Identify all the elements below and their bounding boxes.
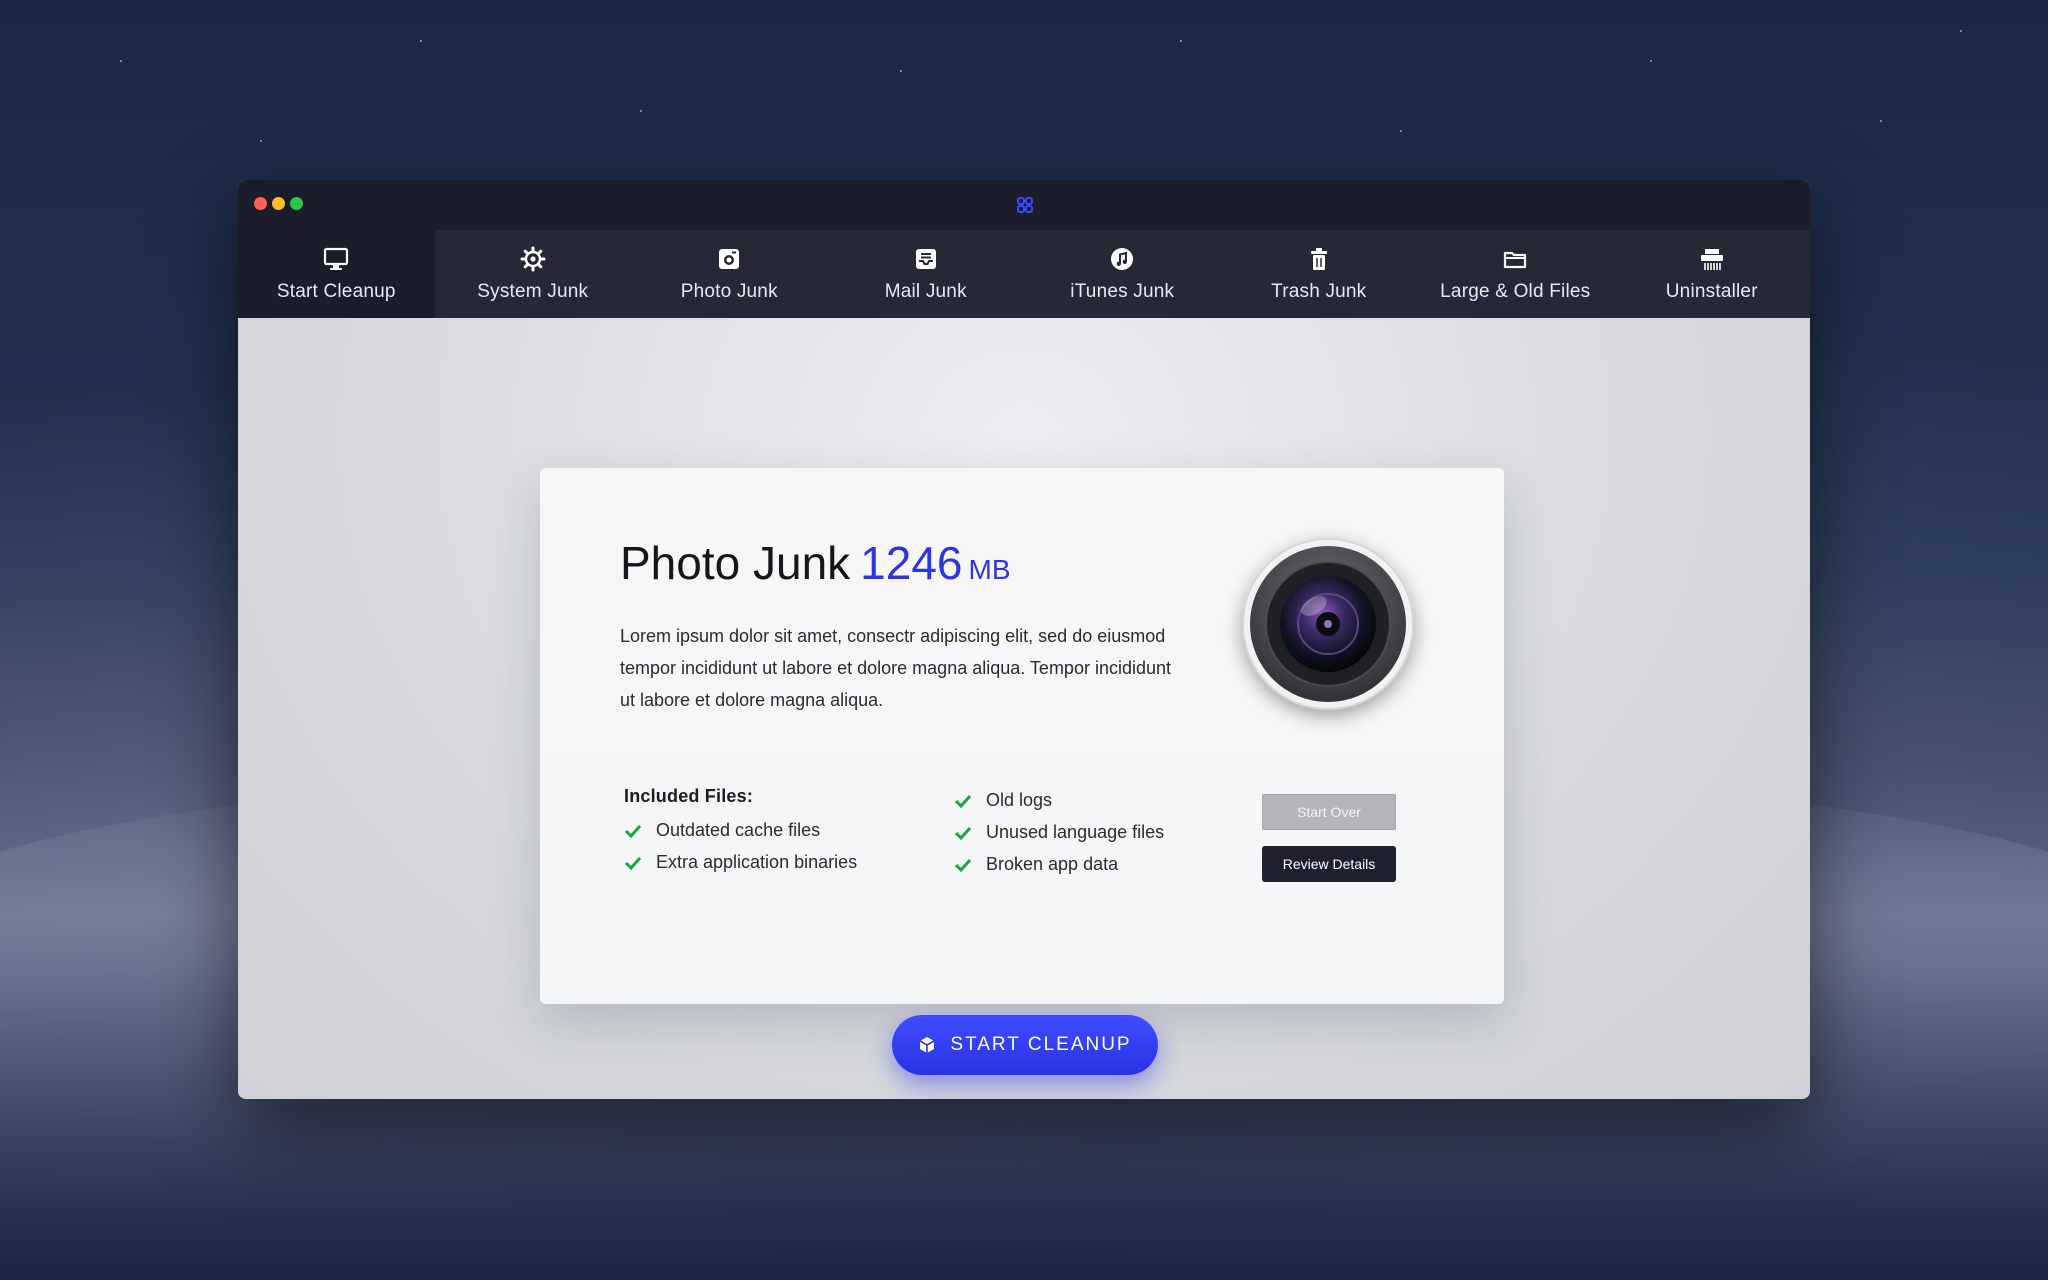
- included-file-label: Extra application binaries: [656, 852, 858, 872]
- nav-item-system-junk[interactable]: System Junk: [435, 230, 632, 318]
- start-over-button[interactable]: Start Over: [1262, 794, 1396, 830]
- nav-label: Uninstaller: [1665, 281, 1758, 302]
- maximize-window-button[interactable]: [290, 197, 303, 210]
- junk-summary-card: Photo Junk 1246 MB Lorem ipsum dolor sit a…: [540, 468, 1504, 1004]
- music-note-icon: [1111, 248, 1134, 270]
- checkmark-icon: [624, 856, 642, 870]
- included-file-label: Broken app data: [986, 854, 1119, 874]
- included-files-title: Included Files:: [624, 786, 754, 806]
- close-window-button[interactable]: [254, 197, 267, 210]
- trash-icon: [1310, 248, 1327, 270]
- star: [260, 140, 262, 142]
- nav-label: iTunes Junk: [1070, 281, 1175, 302]
- review-details-button[interactable]: Review Details: [1262, 846, 1396, 882]
- star: [420, 40, 422, 42]
- main-content: Photo Junk 1246 MB Lorem ipsum dolor sit a…: [238, 318, 1810, 1099]
- nav-item-mail-junk[interactable]: Mail Junk: [828, 230, 1025, 318]
- gear-icon: [520, 246, 546, 272]
- list-item: Broken app data: [954, 854, 1118, 875]
- card-title: Photo Junk 1246 MB: [620, 536, 1011, 590]
- star: [1400, 130, 1402, 132]
- list-item: Old logs: [954, 790, 1052, 811]
- junk-size-unit: MB: [968, 554, 1011, 585]
- start-cleanup-button[interactable]: START CLEANUP: [892, 1015, 1158, 1075]
- nav-item-start-cleanup[interactable]: Start Cleanup: [238, 230, 435, 318]
- nav-label: Photo Junk: [680, 281, 778, 302]
- folder-icon: [1504, 251, 1527, 269]
- star: [1650, 60, 1652, 62]
- category-title: Photo Junk: [620, 537, 851, 589]
- camera-lens-icon: [1242, 538, 1414, 710]
- included-file-label: Outdated cache files: [656, 820, 821, 840]
- app-logo-icon: [1017, 197, 1033, 213]
- nav-item-trash-junk[interactable]: Trash Junk: [1221, 230, 1418, 318]
- list-item: Outdated cache files: [624, 820, 820, 841]
- star: [120, 60, 122, 62]
- checkmark-icon: [954, 794, 972, 808]
- minimize-window-button[interactable]: [272, 197, 285, 210]
- card-description: Lorem ipsum dolor sit amet, consectr adi…: [620, 626, 1172, 710]
- checkmark-icon: [954, 858, 972, 872]
- main-nav: Start Cleanup System Junk Photo Junk Mai…: [238, 230, 1810, 318]
- cube-icon: [919, 1037, 935, 1053]
- nav-label: Start Cleanup: [276, 281, 396, 302]
- nav-label: System Junk: [477, 281, 589, 302]
- camera-icon: [719, 249, 740, 269]
- star: [900, 70, 902, 72]
- nav-item-photo-junk[interactable]: Photo Junk: [631, 230, 828, 318]
- nav-item-large-old-files[interactable]: Large & Old Files: [1417, 230, 1614, 318]
- start-cleanup-label: START CLEANUP: [950, 1034, 1132, 1055]
- star: [1880, 120, 1882, 122]
- list-item: Unused language files: [954, 822, 1164, 843]
- nav-item-itunes-junk[interactable]: iTunes Junk: [1024, 230, 1221, 318]
- included-file-label: Old logs: [986, 790, 1053, 810]
- included-file-label: Unused language files: [986, 822, 1165, 842]
- junk-size-value: 1246: [860, 537, 963, 589]
- checkmark-icon: [954, 826, 972, 840]
- nav-label: Large & Old Files: [1440, 281, 1591, 302]
- star: [1960, 30, 1962, 32]
- list-item: Extra application binaries: [624, 852, 857, 873]
- star: [1180, 40, 1182, 42]
- star: [640, 110, 642, 112]
- mail-icon: [915, 249, 936, 269]
- app-window: Start Cleanup System Junk Photo Junk Mai…: [238, 180, 1810, 1099]
- nav-label: Trash Junk: [1271, 281, 1367, 302]
- shredder-icon: [1700, 249, 1723, 270]
- checkmark-icon: [624, 824, 642, 838]
- nav-label: Mail Junk: [884, 281, 967, 302]
- nav-item-uninstaller[interactable]: Uninstaller: [1614, 230, 1811, 318]
- title-bar: [238, 180, 1810, 230]
- monitor-icon: [324, 247, 349, 270]
